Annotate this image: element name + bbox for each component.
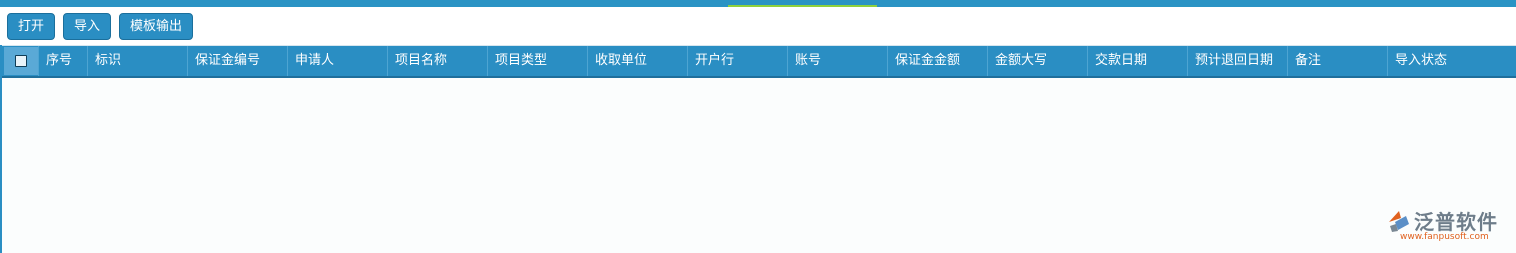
toolbar: 打开 导入 模板输出 <box>0 7 1516 46</box>
column-header-payment-date[interactable]: 交款日期 <box>1087 46 1183 76</box>
column-header-expected-return-date[interactable]: 预计退回日期 <box>1187 46 1283 76</box>
column-header-deposit-number[interactable]: 保证金编号 <box>187 46 283 76</box>
brand-name: 泛普软件 <box>1414 210 1498 234</box>
open-button[interactable]: 打开 <box>7 13 55 40</box>
column-header-applicant[interactable]: 申请人 <box>287 46 383 76</box>
column-header-import-status[interactable]: 导入状态 <box>1387 46 1514 76</box>
column-header-receiving-unit[interactable]: 收取单位 <box>587 46 683 76</box>
column-header-project-name[interactable]: 项目名称 <box>387 46 483 76</box>
brand-logo: 泛普软件 www.fanpusoft.com <box>1384 206 1509 246</box>
column-header-flag[interactable]: 标识 <box>87 46 183 76</box>
page: 打开 导入 模板输出 序号 标识 保证金编号 申请人 项目名称 项目类型 收取单… <box>0 0 1516 253</box>
select-all-checkbox[interactable] <box>15 55 27 67</box>
column-header-amount-in-words[interactable]: 金额大写 <box>987 46 1083 76</box>
column-header-bank[interactable]: 开户行 <box>687 46 783 76</box>
column-header-seq[interactable]: 序号 <box>38 46 83 76</box>
import-button[interactable]: 导入 <box>63 13 111 40</box>
column-header-remarks[interactable]: 备注 <box>1287 46 1383 76</box>
select-all-cell[interactable] <box>4 47 38 75</box>
brand-logo-icon <box>1389 211 1409 232</box>
column-header-account[interactable]: 账号 <box>787 46 883 76</box>
brand-url: www.fanpusoft.com <box>1400 232 1489 242</box>
column-header-deposit-amount[interactable]: 保证金金额 <box>887 46 983 76</box>
template-export-button[interactable]: 模板输出 <box>119 13 193 40</box>
column-header-project-type[interactable]: 项目类型 <box>487 46 583 76</box>
grid-header: 序号 标识 保证金编号 申请人 项目名称 项目类型 收取单位 开户行 账号 保证… <box>2 46 1516 78</box>
